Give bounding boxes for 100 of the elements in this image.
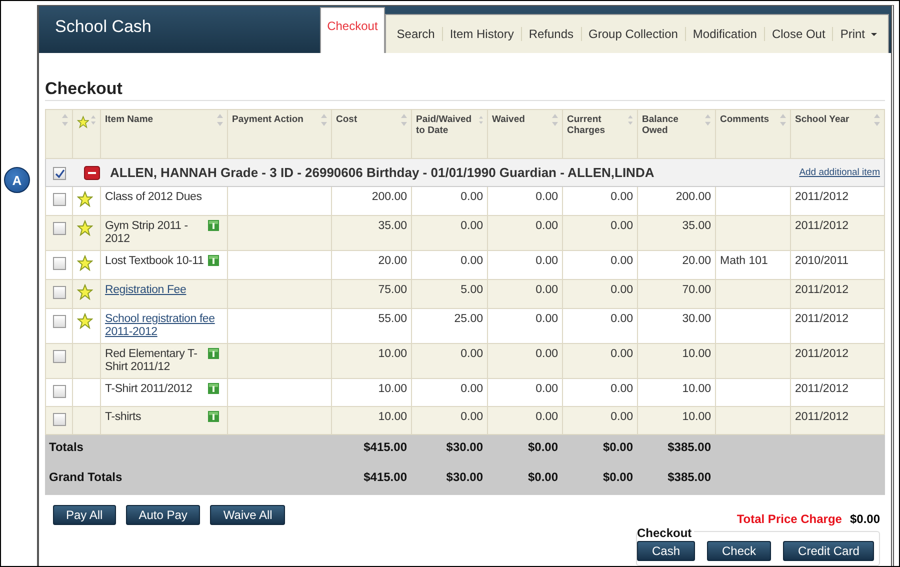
totals-label: Totals — [49, 440, 84, 454]
amount: 10.00 — [682, 383, 711, 395]
comment: Math 101 — [720, 255, 768, 267]
amount: 0.00 — [536, 383, 558, 395]
total-price-label: Total Price Charge — [736, 512, 842, 526]
checkbox[interactable] — [53, 385, 66, 398]
tab[interactable]: Refunds — [520, 27, 581, 41]
checkbox[interactable] — [53, 222, 66, 235]
amount: 0.00 — [460, 348, 483, 360]
checkbox[interactable] — [53, 167, 66, 180]
amount: 70.00 — [682, 284, 711, 296]
amount: 30.00 — [682, 313, 711, 325]
tab[interactable]: Close Out — [764, 27, 832, 41]
amount: 75.00 — [378, 284, 407, 296]
sort-icon — [780, 114, 786, 126]
school-year: 2010/2011 — [795, 255, 849, 267]
sort-icon — [321, 114, 327, 126]
amount: 0.00 — [536, 284, 558, 296]
tab[interactable]: Item History — [442, 27, 521, 41]
amount: 200.00 — [676, 191, 711, 203]
total-amount: $385.00 — [668, 440, 711, 454]
column-header: Current Charges — [567, 114, 606, 136]
school-year: 2011/2012 — [795, 220, 849, 232]
sort-icon — [552, 114, 558, 126]
school-year: 2011/2012 — [795, 313, 849, 325]
sort-icon — [478, 114, 483, 126]
total-amount: $30.00 — [446, 440, 483, 454]
amount: 0.00 — [536, 411, 558, 423]
checkbox[interactable] — [53, 257, 66, 270]
amount: 0.00 — [460, 383, 483, 395]
payment-button[interactable]: Credit Card — [783, 541, 874, 561]
column-header: Item Name — [105, 114, 154, 126]
payment-button[interactable]: Cash — [637, 541, 696, 561]
payment-button[interactable]: Check — [707, 541, 772, 561]
school-year: 2011/2012 — [795, 383, 849, 395]
amount: 10.00 — [682, 411, 711, 423]
total-amount: $0.00 — [528, 440, 558, 454]
checkbox[interactable] — [53, 413, 66, 426]
item-name: Gym Strip 2011 - 2012 — [105, 220, 189, 246]
caret-icon — [871, 32, 877, 36]
action-button[interactable]: Waive All — [210, 505, 286, 525]
amount: 0.00 — [536, 220, 558, 232]
student-info: ALLEN, HANNAH Grade - 3 ID - 26990606 Birthday - 01/01/1990 Guardian - ALLEN,LINDA — [110, 166, 656, 179]
total-amount: $415.00 — [364, 440, 407, 454]
school-year: 2011/2012 — [795, 348, 849, 360]
amount: 0.00 — [460, 255, 483, 267]
column-header: School Year — [795, 114, 850, 126]
tab[interactable]: Print — [832, 27, 884, 41]
callout-marker: A — [4, 167, 30, 193]
tab[interactable]: Search — [390, 27, 442, 41]
amount: 10.00 — [378, 348, 407, 360]
item-name: Class of 2012 Dues — [105, 191, 202, 204]
amount: 0.00 — [610, 348, 633, 360]
amount: 10.00 — [378, 411, 407, 423]
sort-icon — [401, 114, 407, 126]
amount: 0.00 — [460, 220, 483, 232]
sort-icon — [874, 114, 880, 126]
sort-icon — [62, 114, 68, 126]
page-title: Checkout — [45, 79, 885, 101]
total-amount: $385.00 — [668, 470, 711, 484]
amount: 0.00 — [610, 411, 633, 423]
checkbox[interactable] — [53, 350, 66, 363]
total-amount: $0.00 — [528, 470, 558, 484]
checkbox[interactable] — [53, 315, 66, 328]
collapse-icon[interactable] — [84, 166, 100, 180]
tab[interactable]: Modification — [684, 27, 764, 41]
sort-icon — [628, 114, 633, 126]
amount: 0.00 — [460, 411, 483, 423]
column-header: Waived — [492, 114, 525, 126]
column-header: Paid/Waived to Date — [416, 114, 473, 136]
column-header: Balance Owed — [642, 114, 680, 136]
total-amount: $0.00 — [602, 440, 633, 454]
school-year: 2011/2012 — [795, 284, 849, 296]
action-button[interactable]: Auto Pay — [126, 505, 200, 525]
star-icon — [77, 114, 90, 130]
amount: 0.00 — [610, 284, 633, 296]
checkbox[interactable] — [53, 193, 66, 206]
school-year: 2011/2012 — [795, 411, 849, 423]
item-name: T-Shirt 2011/2012 — [105, 383, 192, 396]
sort-icon — [705, 114, 711, 126]
amount: 0.00 — [460, 191, 483, 203]
tab[interactable]: Group Collection — [580, 27, 685, 41]
add-item-link[interactable]: Add additional item — [799, 166, 880, 179]
column-header: Cost — [336, 114, 358, 126]
amount: 35.00 — [378, 220, 407, 232]
amount: 0.00 — [536, 348, 558, 360]
checkbox[interactable] — [53, 286, 66, 299]
action-button[interactable]: Pay All — [53, 505, 116, 525]
checkout-title: Checkout — [637, 526, 694, 540]
amount: 25.00 — [454, 313, 483, 325]
amount: 5.00 — [460, 284, 483, 296]
amount: 0.00 — [610, 220, 633, 232]
tab[interactable]: Checkout — [320, 7, 385, 53]
column-header: Comments — [720, 114, 770, 126]
amount: 0.00 — [536, 191, 558, 203]
amount: 55.00 — [378, 313, 407, 325]
column-header: Payment Action — [232, 114, 304, 126]
amount: 200.00 — [372, 191, 407, 203]
total-amount: $415.00 — [364, 470, 407, 484]
amount: 0.00 — [610, 383, 633, 395]
